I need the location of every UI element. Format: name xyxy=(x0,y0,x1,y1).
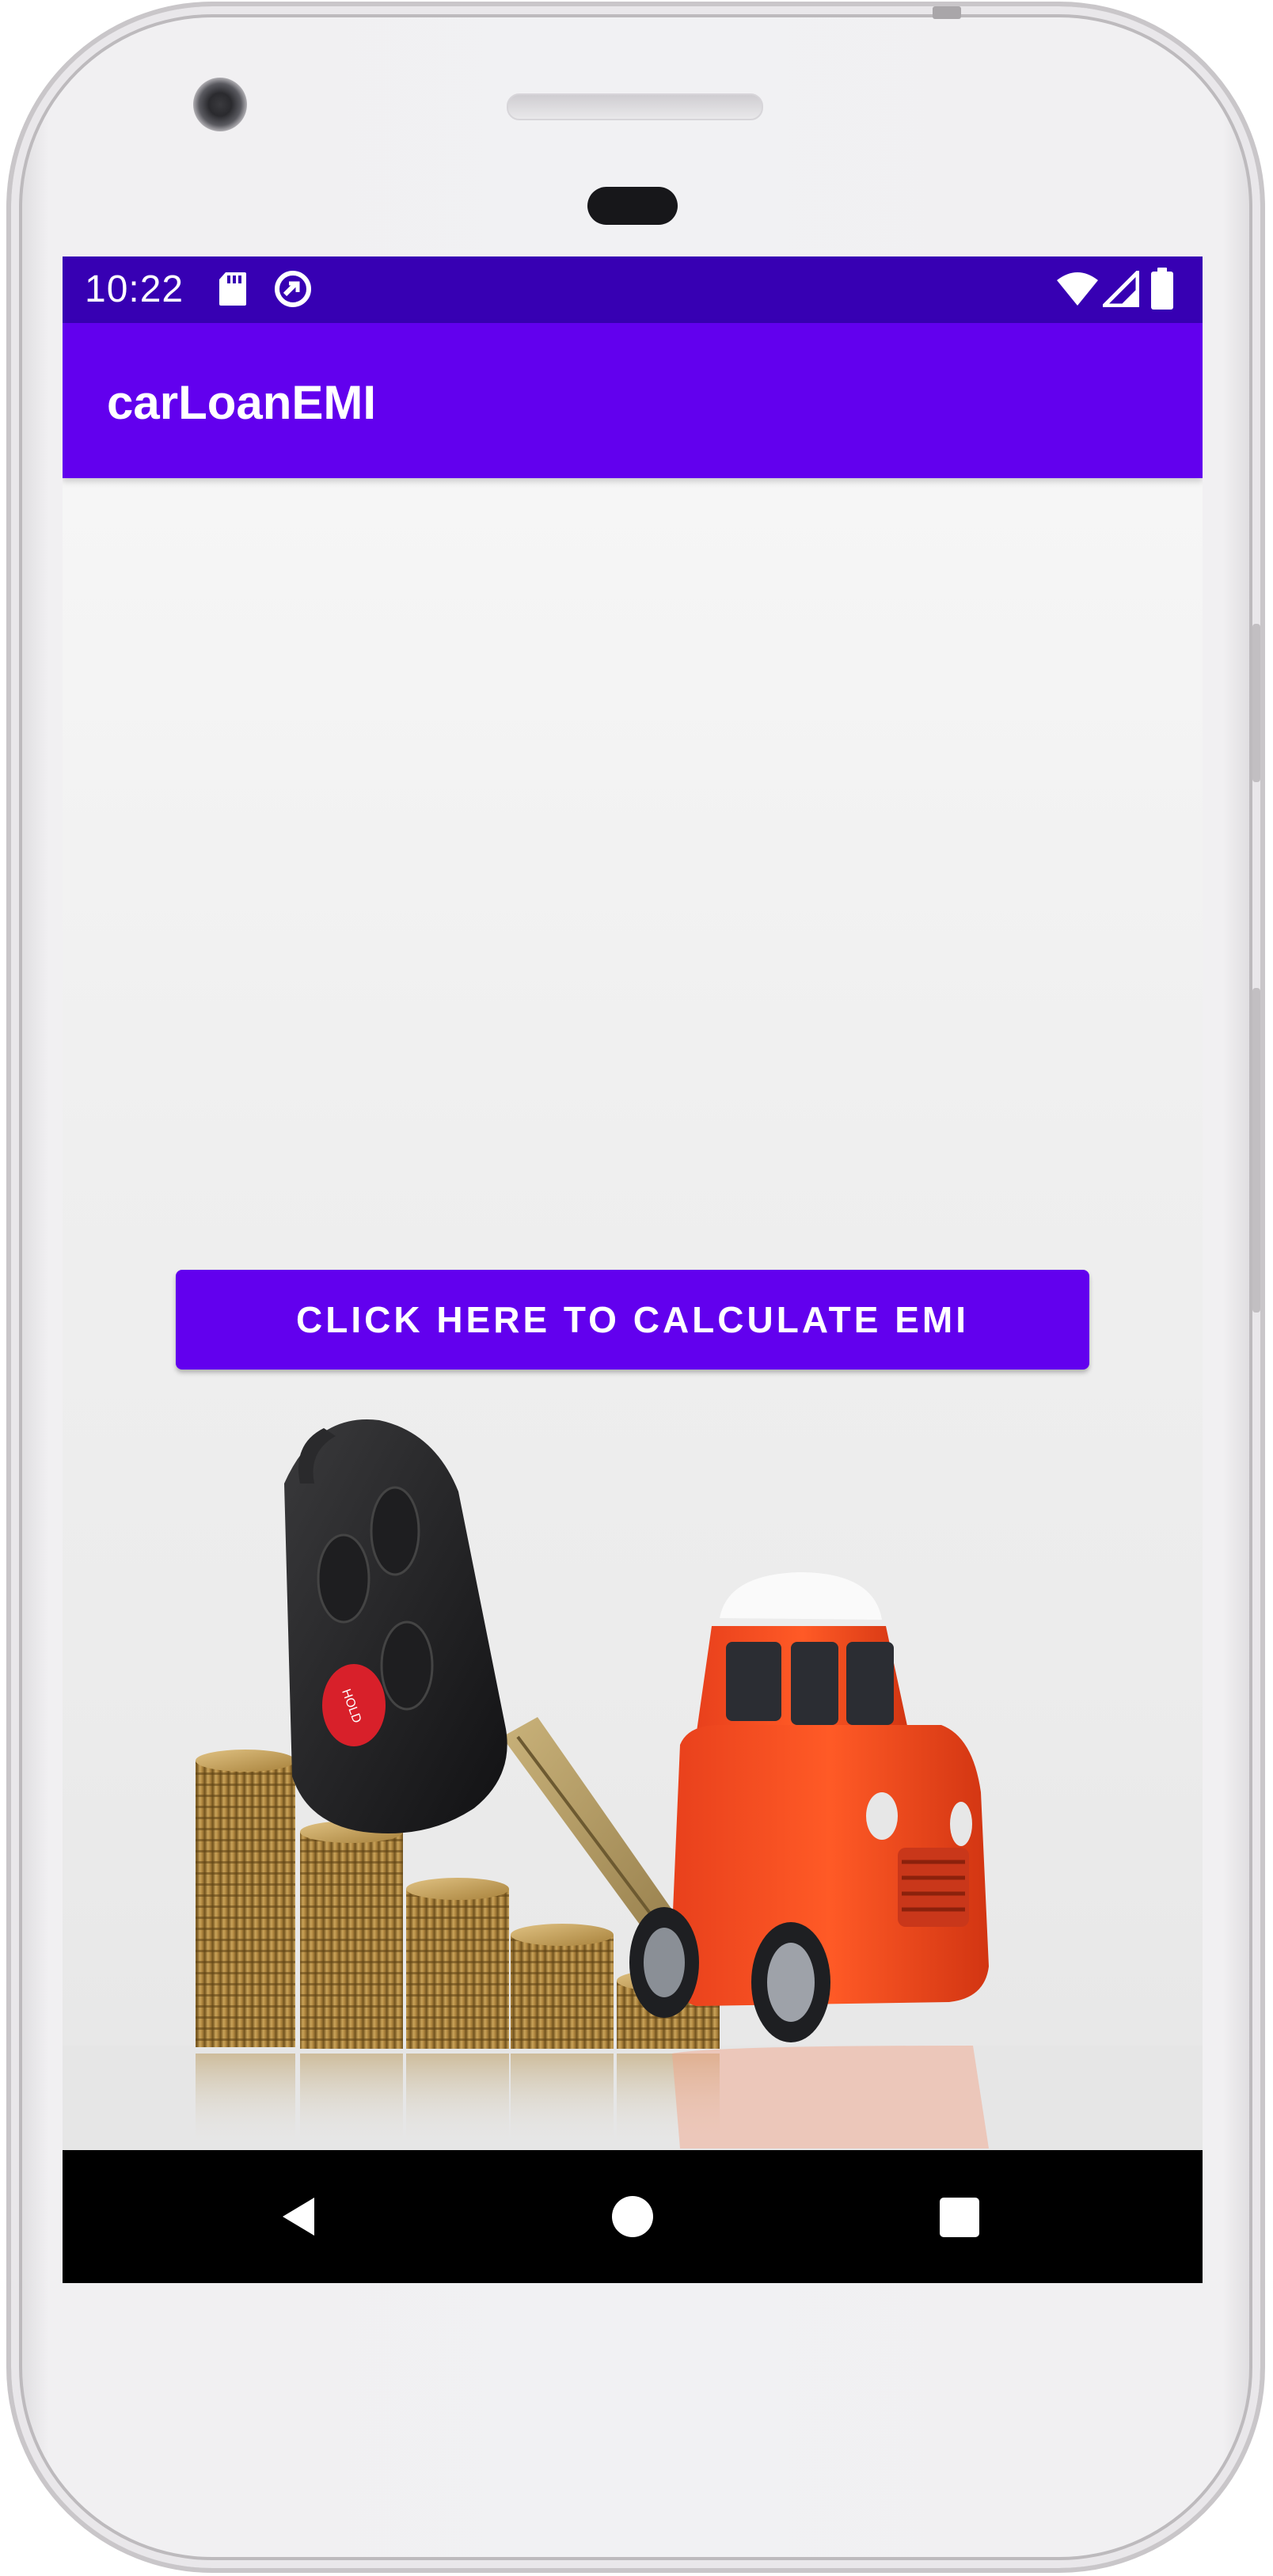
recents-icon[interactable] xyxy=(940,2198,979,2237)
front-camera xyxy=(193,78,247,131)
proximity-sensor xyxy=(587,187,678,225)
main-content: CLICK HERE TO CALCULATE EMI HOLD xyxy=(63,478,1203,2150)
back-icon[interactable] xyxy=(276,2194,321,2239)
navigation-bar xyxy=(63,2150,1203,2283)
home-icon[interactable] xyxy=(612,2196,653,2237)
status-time: 10:22 xyxy=(85,268,184,310)
calculate-emi-button[interactable]: CLICK HERE TO CALCULATE EMI xyxy=(176,1270,1089,1370)
status-bar: 10:22 xyxy=(63,256,1203,323)
volume-button xyxy=(1252,988,1260,1313)
app-title: carLoanEMI xyxy=(107,376,377,429)
wifi-icon xyxy=(1057,272,1098,306)
car-loan-image: HOLD xyxy=(63,1419,1203,2150)
sync-icon xyxy=(275,271,311,307)
sd-card-icon xyxy=(219,272,246,306)
screen: 10:22 carLoanEMI CLICK HERE TO CALCULATE… xyxy=(63,256,1203,2283)
battery-icon xyxy=(1151,268,1173,310)
signal-icon xyxy=(1103,271,1139,307)
earpiece-speaker xyxy=(507,93,763,120)
app-bar: carLoanEMI xyxy=(63,323,1203,478)
power-button xyxy=(1252,624,1260,782)
toy-car xyxy=(629,1572,989,2149)
phone-top-edge xyxy=(933,6,961,19)
